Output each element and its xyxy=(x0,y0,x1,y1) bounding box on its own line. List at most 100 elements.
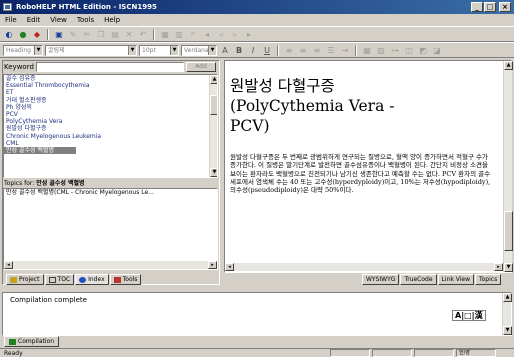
index-icon xyxy=(79,276,87,283)
scroll-right-icon[interactable]: ▸ xyxy=(208,261,217,269)
topics-label: Topics for: 만성 골수성 백혈병 xyxy=(3,180,218,188)
scroll-thumb[interactable] xyxy=(210,95,217,115)
menu-file[interactable]: File xyxy=(4,14,18,26)
scroll-down-icon[interactable]: ▼ xyxy=(504,263,513,272)
output-message: Compilation complete xyxy=(10,296,87,304)
font2-value: Verdana xyxy=(184,46,209,54)
scroll-left-icon[interactable]: ◂ xyxy=(225,263,234,271)
scroll-thumb[interactable] xyxy=(504,211,513,251)
scroll-left-icon[interactable]: ◂ xyxy=(4,261,13,269)
editor-scrollbar[interactable]: ▲ ▼ xyxy=(503,61,513,272)
find-icon[interactable]: ⌕ xyxy=(187,28,199,40)
menu-tools[interactable]: Tools xyxy=(76,14,95,26)
maximize-button[interactable]: □ xyxy=(484,2,496,12)
font-select[interactable]: 굴림체 ▼ xyxy=(45,44,137,56)
edit-icon[interactable]: ✎ xyxy=(67,28,79,40)
list-item[interactable]: 원발성 다혈구증 xyxy=(4,125,217,132)
topic-row[interactable]: 만성 골수성 백혈병(CML - Chronic Myelogenous Le.… xyxy=(4,189,217,196)
list-item[interactable]: Ph 양성의 xyxy=(4,104,217,111)
list-item[interactable]: Essential Thrombocythemia xyxy=(4,82,217,89)
menu-view[interactable]: View xyxy=(49,14,68,26)
scroll-down-icon[interactable]: ▼ xyxy=(503,326,512,335)
bullets-icon[interactable]: ☰ xyxy=(325,44,337,56)
delete-icon[interactable]: ✕ xyxy=(123,28,135,40)
nav-last-icon[interactable]: ▸ xyxy=(243,28,255,40)
tab-link-view[interactable]: Link View xyxy=(437,274,474,285)
list-item[interactable]: Chronic Myelogenous Leukemia xyxy=(4,133,217,140)
keyword-input[interactable] xyxy=(36,62,184,72)
tab-toc[interactable]: TOC xyxy=(44,274,75,285)
editor-hscrollbar[interactable]: ◂ ▸ xyxy=(225,263,503,271)
list-item[interactable]: PCV xyxy=(4,111,217,118)
tab-topics[interactable]: Topics xyxy=(474,274,502,285)
open-project-icon[interactable]: ◐ xyxy=(3,28,15,40)
list-item[interactable]: 거대 혈소판생증 xyxy=(4,97,217,104)
ime-indicator[interactable]: A|□|漢 xyxy=(452,310,486,321)
nav-prev-icon[interactable]: ◃ xyxy=(215,28,227,40)
topic-title-line: PCV) xyxy=(230,117,270,135)
list-item[interactable]: 골수 섬유증 xyxy=(4,75,217,82)
keyword-scrollbar[interactable]: ▲ ▼ xyxy=(209,75,217,177)
topics-hscrollbar[interactable]: ◂ ▸ xyxy=(4,261,217,269)
size-value: 10pt xyxy=(142,46,156,54)
output-scrollbar[interactable]: ▲ ▼ xyxy=(502,293,512,335)
font2-select[interactable]: Verdana ▼ xyxy=(181,44,217,56)
tools-icon xyxy=(113,276,121,283)
view-icon[interactable]: ▥ xyxy=(173,28,185,40)
tab-compilation[interactable]: Compilation xyxy=(4,336,60,347)
cut-icon[interactable]: ✂ xyxy=(81,28,93,40)
size-select[interactable]: 10pt ▼ xyxy=(139,44,179,56)
bold-icon[interactable]: B xyxy=(233,44,245,56)
tab-truecode[interactable]: TrueCode xyxy=(400,274,437,285)
scroll-up-icon[interactable]: ▲ xyxy=(210,75,217,84)
nav-next-icon[interactable]: ▹ xyxy=(229,28,241,40)
table-icon[interactable]: ▦ xyxy=(361,44,373,56)
link-icon[interactable]: ⊶ xyxy=(389,44,401,56)
paste-icon[interactable]: ▤ xyxy=(109,28,121,40)
minimize-button[interactable]: _ xyxy=(471,2,483,12)
italic-icon[interactable]: I xyxy=(247,44,259,56)
compile-icon[interactable]: ● xyxy=(17,28,29,40)
tab-wysiwyg[interactable]: WYSIWYG xyxy=(362,274,400,285)
align-left-icon[interactable]: ≡ xyxy=(283,44,295,56)
indent-icon[interactable]: ⇥ xyxy=(339,44,351,56)
nav-first-icon[interactable]: ◂ xyxy=(201,28,213,40)
undo-icon[interactable]: ↶ xyxy=(137,28,149,40)
view-tabs: WYSIWYG TrueCode Link View Topics xyxy=(362,274,502,285)
scroll-up-icon[interactable]: ▲ xyxy=(504,61,513,70)
copy-icon[interactable]: ❐ xyxy=(95,28,107,40)
menu-edit[interactable]: Edit xyxy=(26,14,42,26)
scroll-up-icon[interactable]: ▲ xyxy=(503,293,512,302)
bookmark-icon[interactable]: ◩ xyxy=(417,44,429,56)
align-right-icon[interactable]: ≡ xyxy=(311,44,323,56)
topics-list[interactable]: 만성 골수성 백혈병(CML - Chronic Myelogenous Le.… xyxy=(3,188,218,270)
underline-icon[interactable]: U xyxy=(261,44,273,56)
topic-title-line: 원발성 다혈구증 xyxy=(230,77,335,95)
tab-index[interactable]: Index xyxy=(75,274,109,285)
keyword-label: Keyword xyxy=(4,63,34,71)
list-item[interactable]: ET xyxy=(4,89,217,96)
properties-icon[interactable]: ▦ xyxy=(159,28,171,40)
list-item[interactable]: CML xyxy=(4,140,217,147)
close-button[interactable]: × xyxy=(499,2,511,12)
menu-help[interactable]: Help xyxy=(103,14,121,26)
tab-tools[interactable]: Tools xyxy=(109,274,142,285)
window-title: RoboHELP HTML Edition - ISCN1995 xyxy=(16,3,157,11)
image-icon[interactable]: ▨ xyxy=(375,44,387,56)
align-center-icon[interactable]: ≡ xyxy=(297,44,309,56)
list-item-selected[interactable]: 만성 골수성 백혈병 xyxy=(4,147,76,155)
run-icon[interactable]: ◆ xyxy=(31,28,43,40)
font-value: 굴림체 xyxy=(48,46,65,54)
style-value: Heading 1 xyxy=(6,46,37,54)
tab-project[interactable]: Project xyxy=(6,274,44,285)
new-topic-icon[interactable]: ▣ xyxy=(53,28,65,40)
keyword-add-button[interactable]: Add xyxy=(186,62,216,72)
topic-body: 원발성 다혈구증은 두 번째로 광범위하게 연구되는 질병으로, 혈액 양이 증… xyxy=(230,153,491,195)
media-icon[interactable]: ◪ xyxy=(431,44,443,56)
keyword-list[interactable]: 골수 섬유증 Essential Thrombocythemia ET 거대 혈… xyxy=(3,74,218,178)
hotspot-icon[interactable]: ◫ xyxy=(403,44,415,56)
scroll-down-icon[interactable]: ▼ xyxy=(210,168,217,177)
text-color-icon[interactable]: A xyxy=(219,44,231,56)
style-select[interactable]: Heading 1 ▼ xyxy=(3,44,43,56)
scroll-right-icon[interactable]: ▸ xyxy=(494,263,503,271)
